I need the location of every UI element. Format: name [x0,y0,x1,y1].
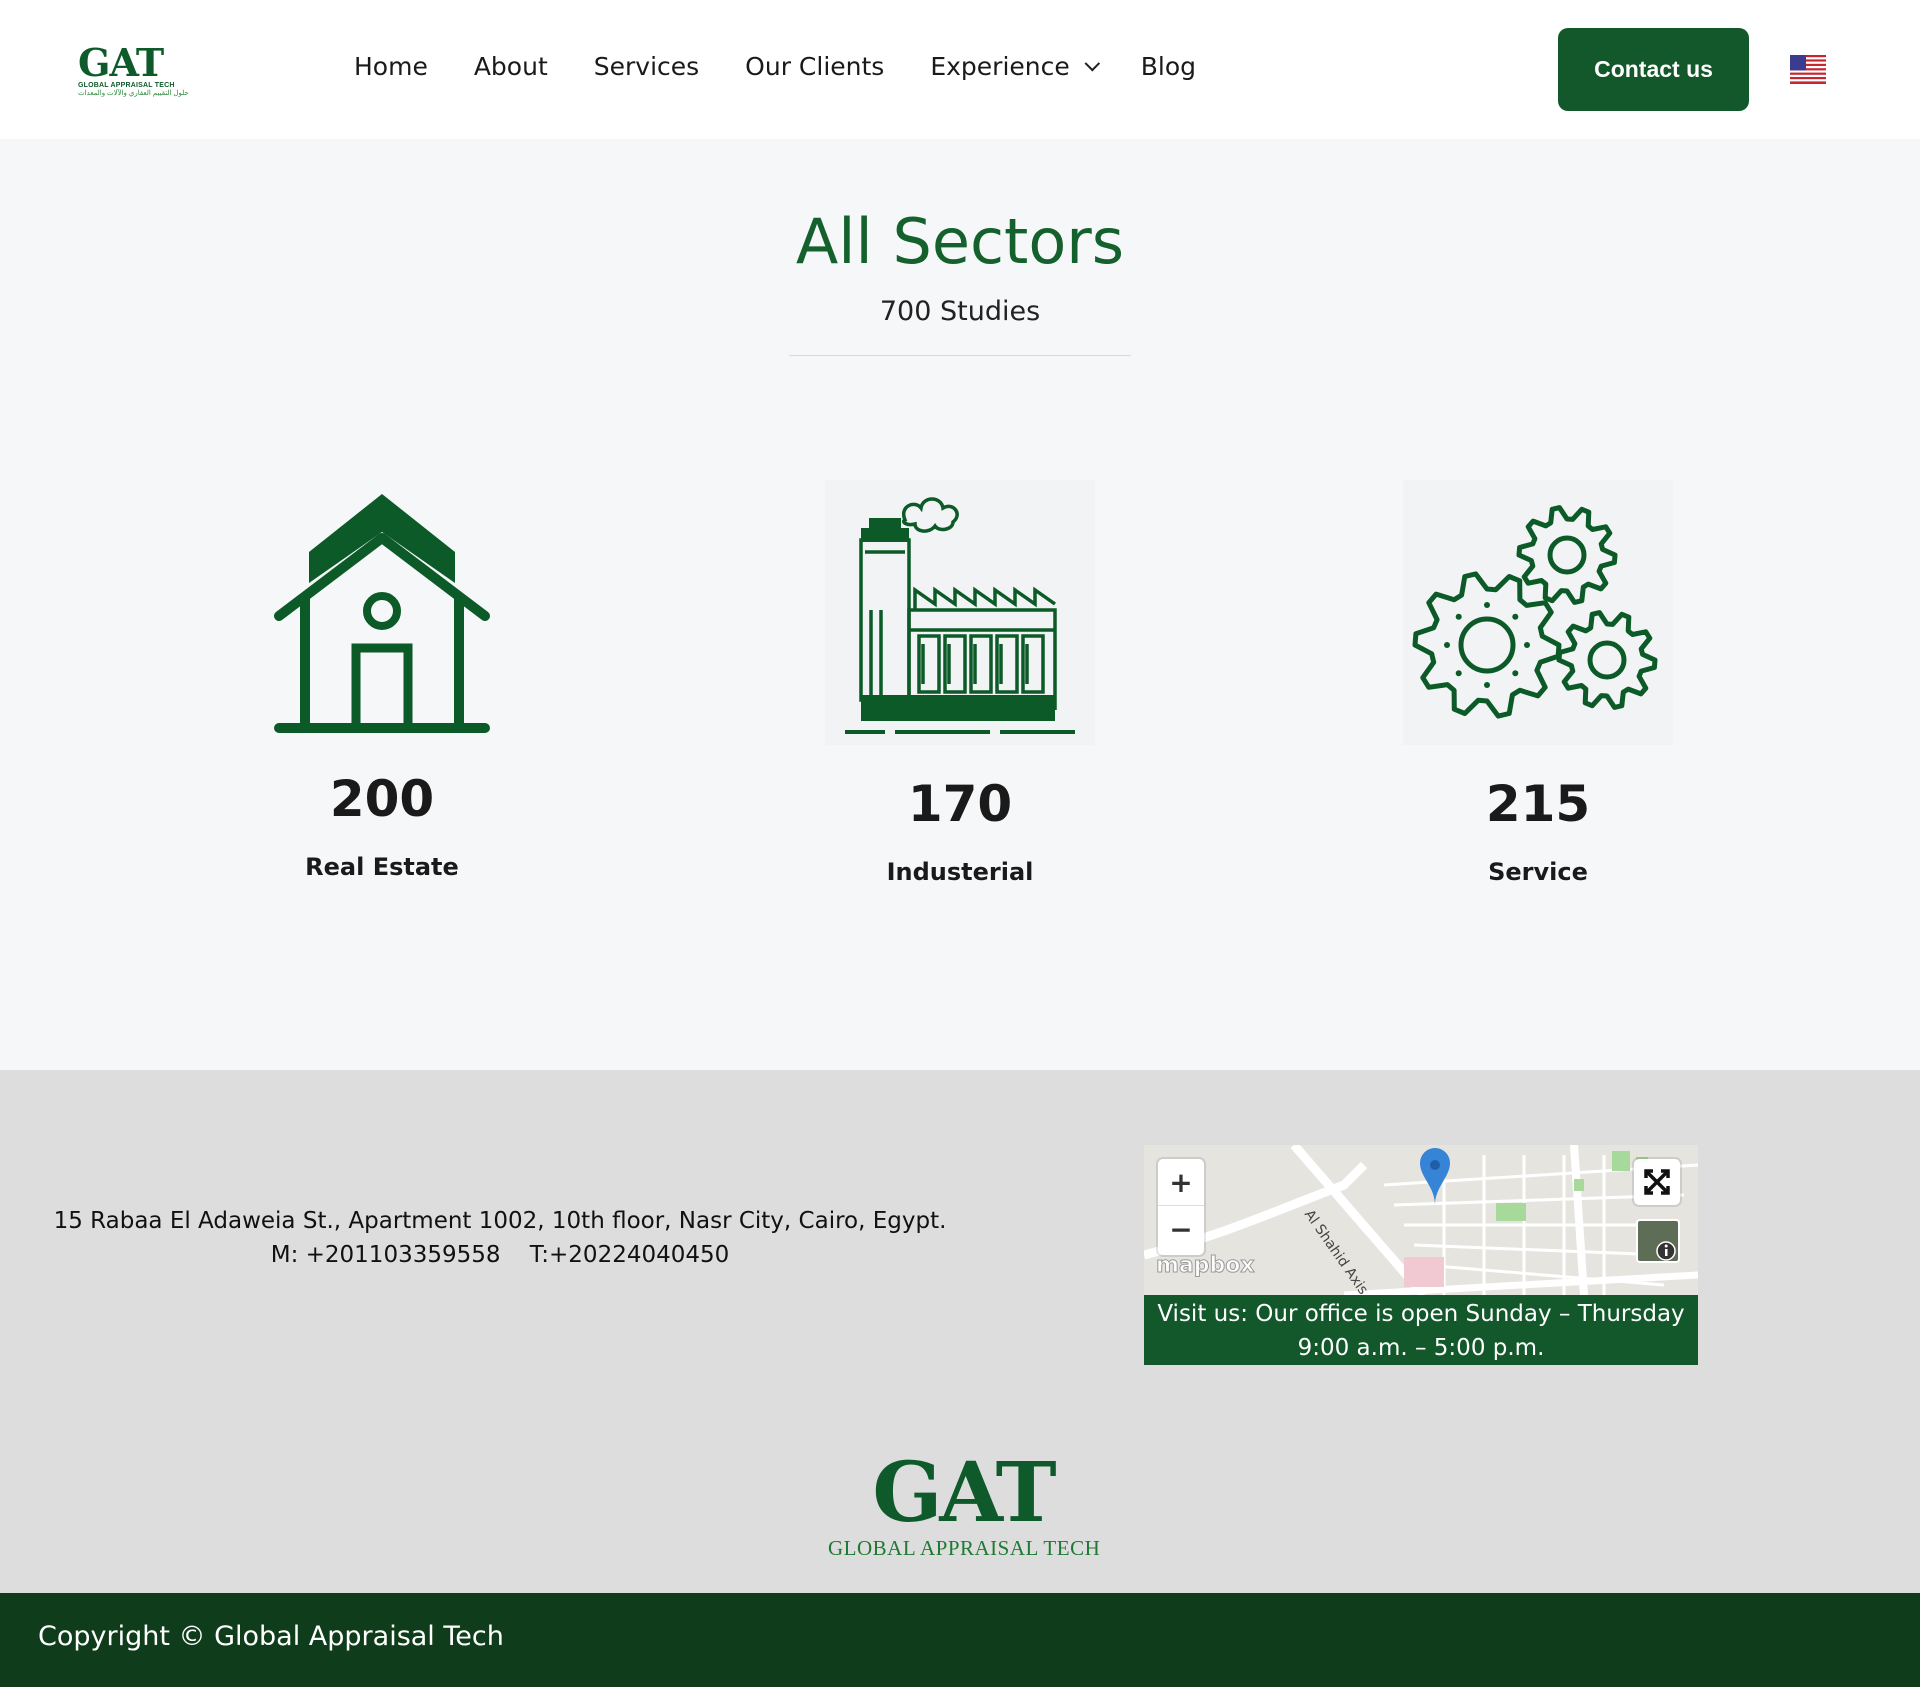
office-hours-time: 9:00 a.m. – 5:00 p.m. [1297,1335,1545,1361]
nav-services[interactable]: Services [594,52,699,81]
gear-dot [1455,613,1462,620]
contact-us-button[interactable]: Contact us [1558,28,1749,111]
copyright-bar: Copyright © Global Appraisal Tech [0,1593,1920,1687]
sector-number: 215 [1485,775,1591,833]
office-map[interactable]: Al Shahid Axis + − mapbox [1144,1145,1698,1295]
nav-our-clients[interactable]: Our Clients [745,52,884,81]
divider [789,355,1131,356]
sector-label: Service [1488,858,1588,886]
gear-dot [1444,642,1450,648]
site-header: GAT GLOBAL APPRAISAL TECH حلول التقييم ا… [0,0,1920,139]
zoom-controls: + − [1158,1159,1204,1255]
phone-line: M: +201103359558 T:+20224040450 [270,1242,730,1268]
address-line: 15 Rabaa El Adaweia St., Apartment 1002,… [53,1208,947,1234]
nav-about[interactable]: About [474,52,548,81]
office-address: 15 Rabaa El Adaweia St., Apartment 1002,… [40,1204,960,1272]
sectors-subtitle: 700 Studies [879,296,1041,327]
gears-icon [1403,480,1673,745]
nav-home[interactable]: Home [354,52,428,81]
gear-dot [1512,670,1519,677]
satellite-toggle-button[interactable] [1636,1219,1680,1263]
gear-dot [1484,682,1490,688]
logo-subtitle: GLOBAL APPRAISAL TECH [78,82,175,89]
zoom-in-button[interactable]: + [1158,1159,1204,1205]
nav-experience[interactable]: Experience [930,52,1100,81]
sector-label: Industerial [886,858,1034,886]
main-nav: Home About Services Our Clients Experien… [354,52,1242,81]
copyright-text: Copyright © Global Appraisal Tech [38,1621,504,1652]
nav-label: Experience [930,52,1070,81]
zoom-out-button[interactable]: − [1158,1206,1204,1252]
us-flag-icon[interactable] [1790,55,1826,84]
nav-label: Services [593,52,700,81]
gear-dot [1455,670,1462,677]
fullscreen-button[interactable] [1634,1159,1680,1205]
fullscreen-icon [1644,1169,1670,1195]
chevron-down-icon [1084,55,1100,72]
gear-dot [1484,602,1490,608]
office-hours-line: Visit us: Our office is open Sunday – Th… [1157,1301,1685,1327]
mapbox-attribution[interactable]: mapbox [1156,1253,1256,1279]
logo-word: GAT [78,40,164,85]
gear-dot [1524,642,1530,648]
info-icon [1656,1241,1676,1261]
sectors-title: All Sectors [795,205,1125,278]
nav-label: Our Clients [745,52,885,81]
nav-blog[interactable]: Blog [1141,52,1196,81]
sector-number: 200 [329,770,435,828]
logo-arabic: حلول التقييم العقاري والآلات والمعدات [78,90,189,97]
footer-logo-word: GAT [872,1445,1056,1541]
nav-label: About [473,52,548,81]
nav-label: Home [354,52,428,81]
logo[interactable]: GAT GLOBAL APPRAISAL TECH حلول التقييم ا… [78,40,189,98]
nav-label: Blog [1140,52,1197,81]
gear-dot [1512,613,1519,620]
sector-label: Real Estate [305,853,459,881]
sector-real-estate: 200 Real Estate [182,488,582,888]
footer-logo-subtitle: GLOBAL APPRAISAL TECH [828,1536,1101,1560]
factory-icon [825,480,1095,745]
sector-industrial: 170 Industerial [760,480,1160,890]
sector-number: 170 [907,775,1013,833]
sector-service: 215 Service [1338,480,1738,890]
house-icon [274,494,490,733]
footer-logo[interactable]: GAT GLOBAL APPRAISAL TECH [828,1445,1101,1570]
office-hours-caption: Visit us: Our office is open Sunday – Th… [1144,1295,1698,1365]
